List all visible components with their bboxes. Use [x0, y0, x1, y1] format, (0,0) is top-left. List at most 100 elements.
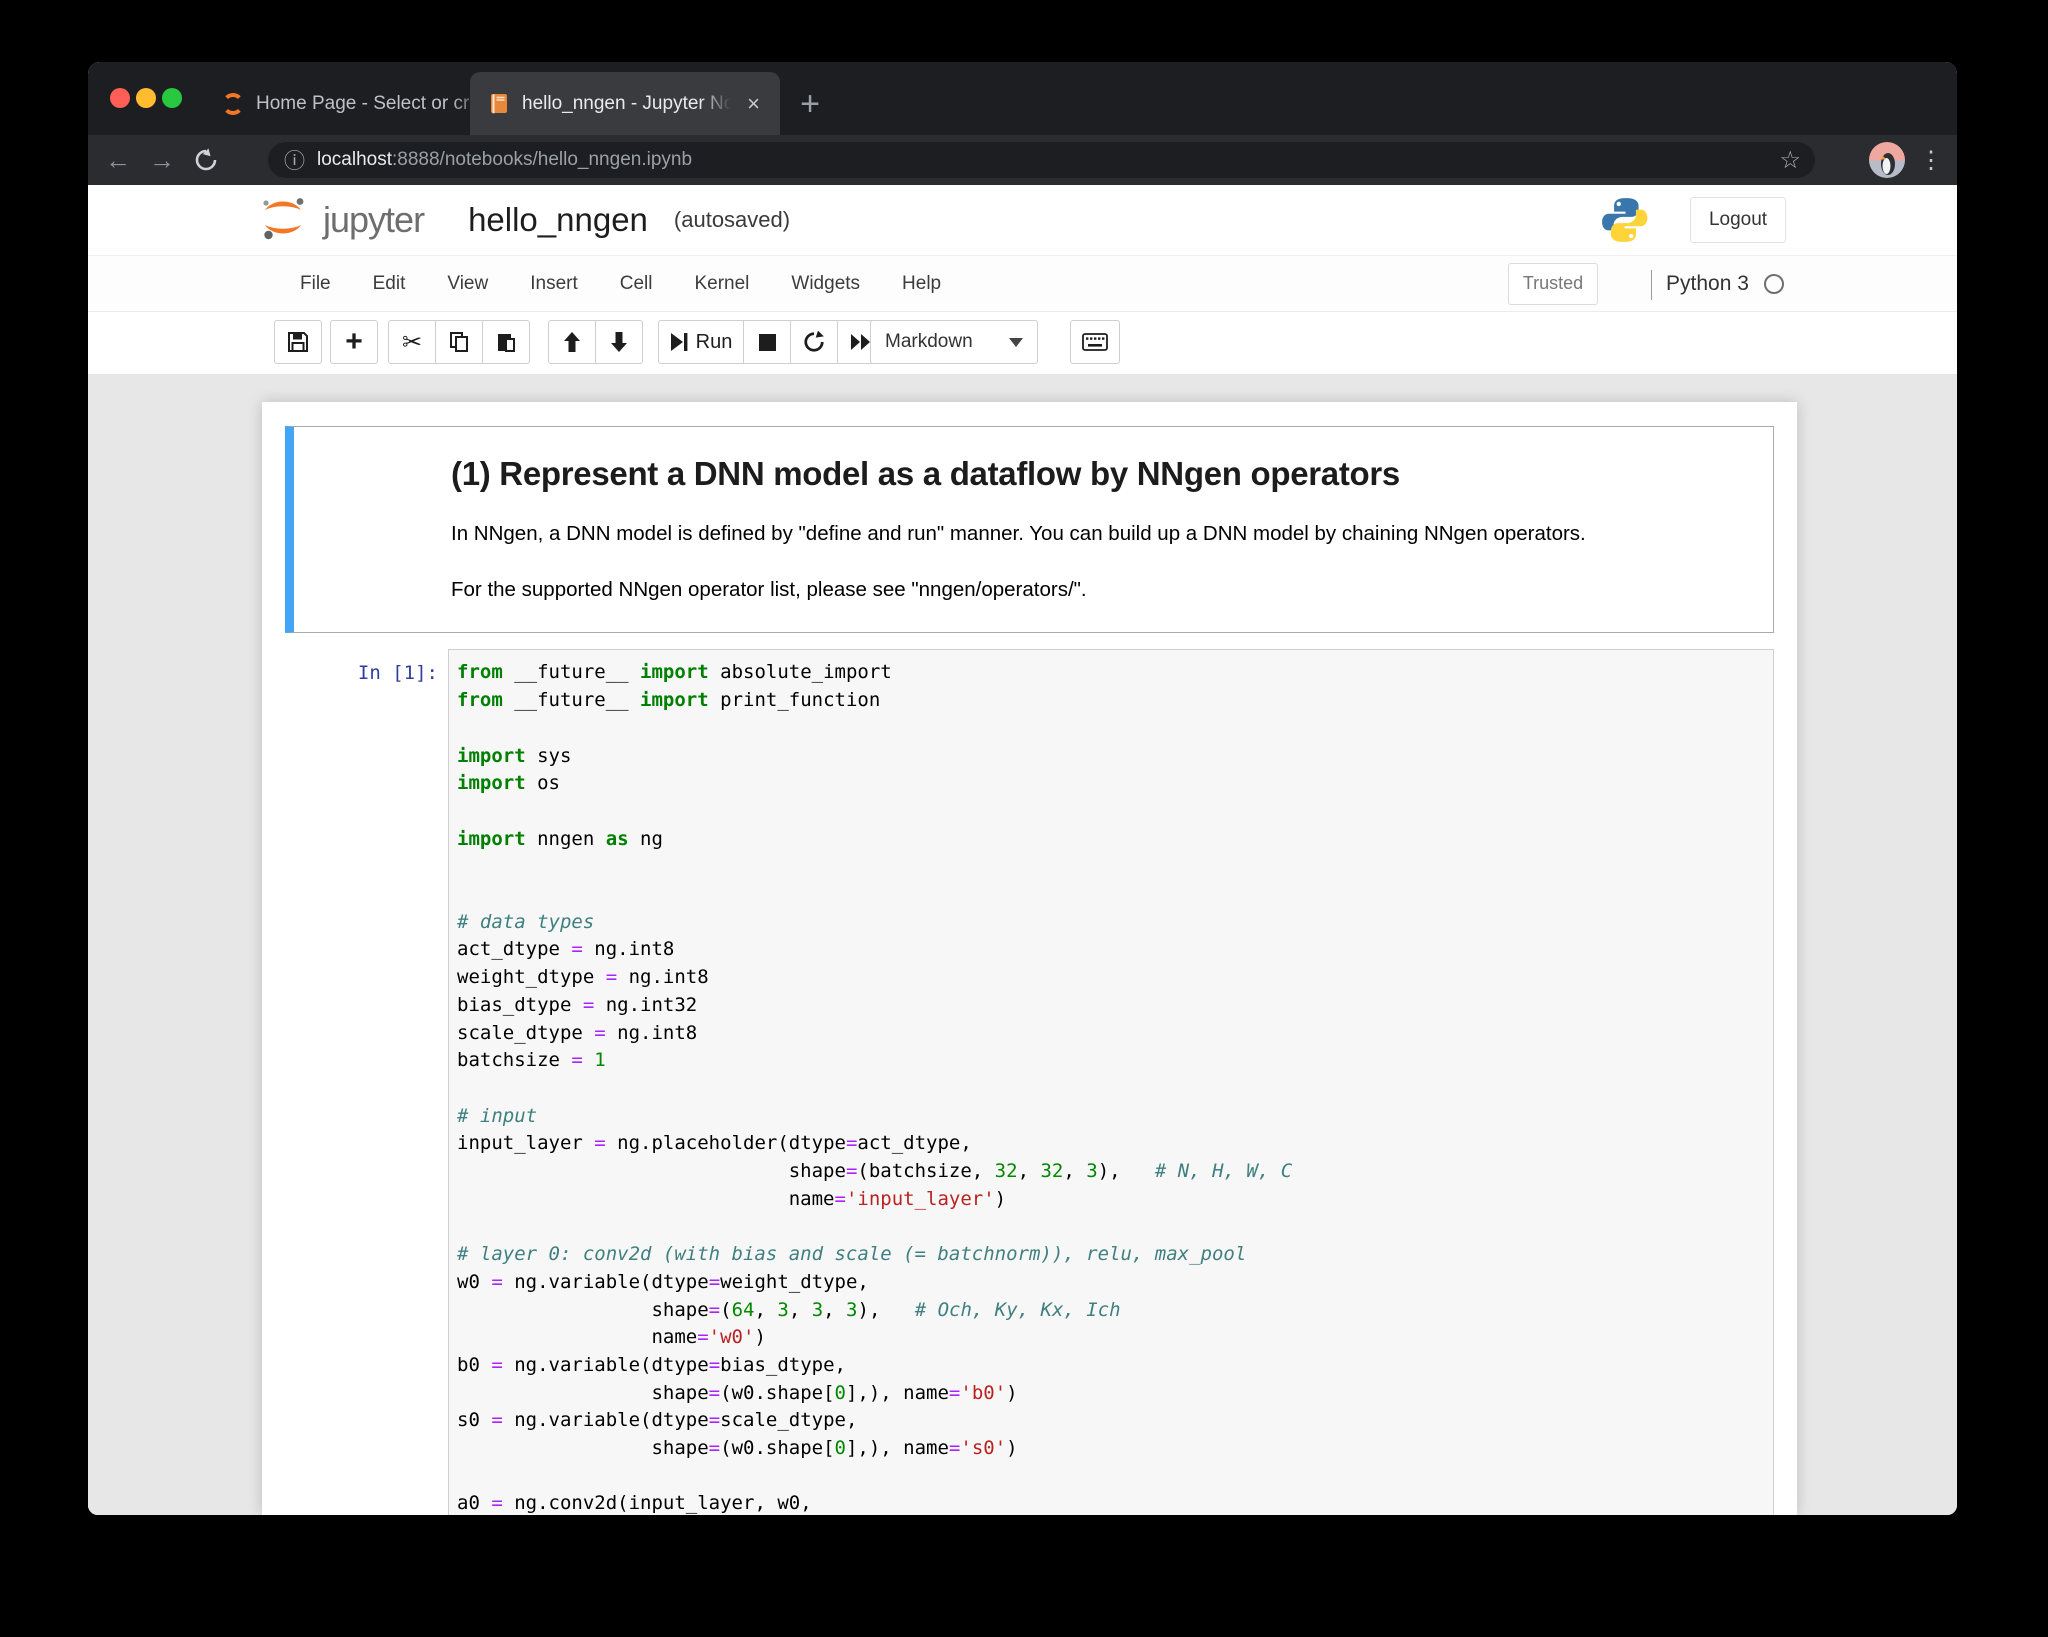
tab-close-icon[interactable]: ×	[743, 91, 764, 117]
copy-cell-button[interactable]	[435, 320, 483, 364]
refresh-icon	[803, 331, 825, 353]
code-line: b0 = ng.variable(dtype=bias_dtype,	[457, 1352, 1765, 1380]
code-line: bias_dtype = ng.int32	[457, 992, 1765, 1020]
cell-type-value: Markdown	[885, 331, 973, 353]
kernel-name: Python 3	[1666, 272, 1749, 296]
run-button[interactable]: Run	[658, 320, 744, 364]
code-line	[457, 1463, 1765, 1491]
logout-button[interactable]: Logout	[1690, 197, 1786, 243]
menu-edit[interactable]: Edit	[373, 273, 406, 295]
code-line: s0 = ng.variable(dtype=scale_dtype,	[457, 1407, 1765, 1435]
stop-icon	[759, 334, 776, 351]
interrupt-kernel-button[interactable]	[743, 320, 791, 364]
run-group: Run	[658, 320, 885, 364]
code-line: shape=(w0.shape[0],), name='s0')	[457, 1435, 1765, 1463]
notebook-paper: (1) Represent a DNN model as a dataflow …	[262, 402, 1797, 1515]
jupyter-wordmark: jupyter	[323, 199, 424, 241]
code-line: from __future__ import print_function	[457, 687, 1765, 715]
code-line: import nngen as ng	[457, 826, 1765, 854]
jupyter-logo-icon[interactable]	[260, 197, 306, 241]
python-logo-icon	[1600, 195, 1650, 245]
move-cell-up-button[interactable]	[548, 320, 596, 364]
browser-toolbar: ← → ⓘ localhost:8888/notebooks/hello_nng…	[88, 135, 1957, 185]
trusted-badge[interactable]: Trusted	[1508, 263, 1598, 305]
floppy-icon	[287, 331, 309, 353]
markdown-cell-selected[interactable]: (1) Represent a DNN model as a dataflow …	[285, 426, 1774, 633]
code-line	[457, 1213, 1765, 1241]
code-line: shape=(w0.shape[0],), name='b0')	[457, 1380, 1765, 1408]
code-line: shape=(batchsize, 32, 32, 3), # N, H, W,…	[457, 1158, 1765, 1186]
tab-hello-nngen[interactable]: hello_nngen - Jupyter Noteboo ×	[470, 72, 780, 135]
code-line: w0 = ng.variable(dtype=weight_dtype,	[457, 1269, 1765, 1297]
menu-widgets[interactable]: Widgets	[791, 273, 860, 295]
kernel-divider	[1651, 270, 1652, 300]
keyboard-icon	[1082, 333, 1108, 351]
arrow-up-icon	[562, 331, 582, 353]
code-line	[457, 798, 1765, 826]
code-line: act_dtype = ng.int8	[457, 936, 1765, 964]
code-line: shape=(64, 3, 3, 3), # Och, Ky, Kx, Ich	[457, 1297, 1765, 1325]
code-line	[457, 853, 1765, 881]
code-line: # input	[457, 1103, 1765, 1131]
code-line: scale_dtype = ng.int8	[457, 1020, 1765, 1048]
arrow-down-icon	[609, 331, 629, 353]
menu-file[interactable]: File	[300, 273, 331, 295]
clipboard-group: ✂	[388, 320, 530, 364]
chevron-down-icon	[1009, 338, 1023, 347]
command-palette-button[interactable]	[1070, 320, 1120, 364]
address-bar[interactable]: ⓘ localhost:8888/notebooks/hello_nngen.i…	[268, 142, 1815, 178]
autosave-status: (autosaved)	[674, 207, 790, 233]
window-zoom-button[interactable]	[162, 88, 182, 108]
code-line: batchsize = 1	[457, 1047, 1765, 1075]
profile-avatar[interactable]	[1869, 142, 1905, 178]
page-info-icon[interactable]: ⓘ	[284, 145, 305, 175]
menu-cell[interactable]: Cell	[620, 273, 653, 295]
jupyter-page: jupyter hello_nngen (autosaved) Logout F…	[88, 185, 1957, 1515]
menu-insert[interactable]: Insert	[530, 273, 578, 295]
code-line: a0 = ng.conv2d(input_layer, w0,	[457, 1490, 1765, 1515]
code-line	[457, 715, 1765, 743]
add-cell-button[interactable]: +	[330, 320, 378, 364]
code-line: from __future__ import absolute_import	[457, 659, 1765, 687]
tab-title: hello_nngen - Jupyter Noteboo	[522, 93, 731, 115]
cell-type-dropdown[interactable]: Markdown	[870, 320, 1038, 364]
restart-kernel-button[interactable]	[790, 320, 838, 364]
tab-title: Home Page - Select or create a	[256, 93, 486, 115]
move-cell-down-button[interactable]	[595, 320, 643, 364]
menu-kernel[interactable]: Kernel	[694, 273, 749, 295]
code-line: weight_dtype = ng.int8	[457, 964, 1765, 992]
run-button-label: Run	[696, 331, 733, 354]
new-tab-button[interactable]: +	[790, 84, 830, 124]
browser-menu-icon[interactable]: ⋮	[1919, 146, 1943, 175]
menu-help[interactable]: Help	[902, 273, 941, 295]
save-button[interactable]	[274, 320, 322, 364]
code-line: name='w0')	[457, 1324, 1765, 1352]
bookmark-star-icon[interactable]: ☆	[1779, 146, 1801, 175]
code-cell[interactable]: In [1]: from __future__ import absolute_…	[285, 649, 1774, 1515]
notebook-favicon-icon	[486, 92, 510, 116]
notebook-toolbar: + ✂	[88, 312, 1957, 375]
fast-forward-icon	[850, 333, 872, 351]
markdown-paragraph: For the supported NNgen operator list, p…	[451, 575, 1749, 605]
back-icon[interactable]: ←	[96, 145, 140, 176]
forward-icon[interactable]: →	[140, 145, 184, 176]
jupyter-favicon-icon	[222, 93, 244, 115]
window-close-button[interactable]	[110, 88, 130, 108]
paste-cell-button[interactable]	[482, 320, 530, 364]
kernel-idle-indicator-icon	[1764, 274, 1784, 294]
code-editor[interactable]: from __future__ import absolute_importfr…	[448, 649, 1774, 1515]
menu-view[interactable]: View	[447, 273, 488, 295]
reload-icon[interactable]	[184, 147, 228, 173]
copy-icon	[448, 331, 470, 353]
cut-cell-button[interactable]: ✂	[388, 320, 436, 364]
browser-window: Home Page - Select or create a × hello_n…	[88, 62, 1957, 1515]
notebook-container: (1) Represent a DNN model as a dataflow …	[88, 375, 1957, 1515]
code-line: # layer 0: conv2d (with bias and scale (…	[457, 1241, 1765, 1269]
menu-bar: File Edit View Insert Cell Kernel Widget…	[88, 255, 1957, 312]
code-line: import sys	[457, 743, 1765, 771]
step-forward-icon	[670, 332, 688, 352]
paste-icon	[495, 331, 517, 353]
window-minimize-button[interactable]	[136, 88, 156, 108]
code-line: import os	[457, 770, 1765, 798]
notebook-title[interactable]: hello_nngen	[468, 201, 648, 239]
